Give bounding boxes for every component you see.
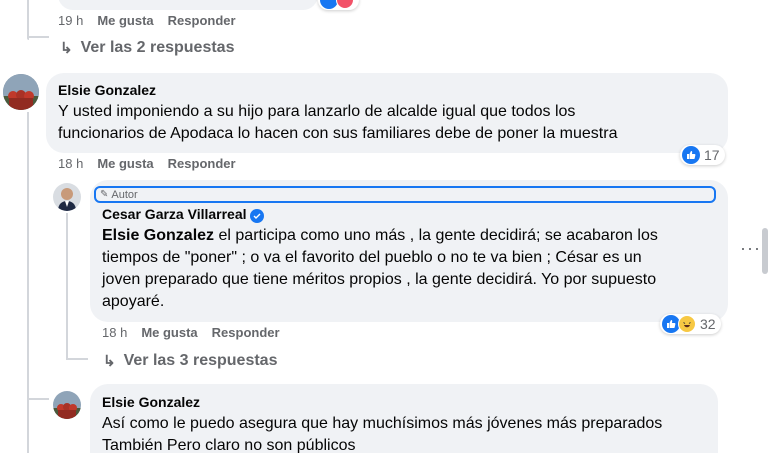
reaction-count: 32 xyxy=(700,316,716,332)
comment-meta: 18 h Me gusta Responder xyxy=(58,156,236,171)
thread-line xyxy=(27,0,29,40)
comment-text-line: Elsie Gonzalez el participa como uno más… xyxy=(102,225,658,247)
thread-line xyxy=(66,358,88,360)
more-options-icon[interactable]: ··· xyxy=(740,238,761,259)
like-icon xyxy=(682,146,700,164)
comment-text-line: funcionarios de Apodaca lo hacen con sus… xyxy=(58,125,618,142)
haha-icon xyxy=(336,0,354,9)
author-badge: ✎ Autor xyxy=(94,186,716,203)
view-replies-link[interactable]: ↳ Ver las 3 respuestas xyxy=(103,352,277,370)
reply-button[interactable]: Responder xyxy=(168,156,236,171)
comment-text: Así como le puedo asegura que hay muchís… xyxy=(102,413,662,453)
thread-line xyxy=(27,36,49,38)
verified-badge-icon xyxy=(249,209,264,223)
comment-author[interactable]: Elsie Gonzalez xyxy=(58,82,156,98)
comment-bubble: ✎ Autor Cesar Garza Villarreal Elsie Gon… xyxy=(90,180,728,322)
comment-time[interactable]: 18 h xyxy=(102,325,127,340)
avatar-image xyxy=(3,74,39,110)
comment-text: Y usted imponiendo a su hijo para lanzar… xyxy=(58,101,617,145)
like-button[interactable]: Me gusta xyxy=(97,156,153,171)
reply-arrow-icon: ↳ xyxy=(103,353,116,370)
comment-text-line: También Pero claro no son públicos xyxy=(102,437,356,453)
comment-text-line: Así como le puedo asegura que hay muchís… xyxy=(102,415,663,432)
scrollbar-thumb[interactable] xyxy=(762,228,768,274)
avatar[interactable] xyxy=(3,74,39,110)
avatar-image xyxy=(53,391,81,419)
reaction-summary[interactable]: 32 xyxy=(660,314,721,334)
mention-link[interactable]: Elsie Gonzalez xyxy=(102,227,214,244)
reply-button[interactable]: Responder xyxy=(168,13,236,28)
comment-time[interactable]: 18 h xyxy=(58,156,83,171)
pencil-icon: ✎ xyxy=(100,189,109,200)
comment-bubble xyxy=(58,0,318,10)
thread-line xyxy=(27,398,49,400)
reaction-summary[interactable] xyxy=(318,0,359,10)
view-replies-label: Ver las 3 respuestas xyxy=(123,352,278,369)
comment-text-line: apoyaré. xyxy=(102,293,165,310)
comment-text-segment: el participa como uno más , la gente dec… xyxy=(214,227,658,244)
comment-meta: 18 h Me gusta Responder xyxy=(102,325,280,340)
avatar[interactable] xyxy=(53,183,81,211)
comment-text-line: Y usted imponiendo a su hijo para lanzar… xyxy=(58,103,576,120)
reply-arrow-icon: ↳ xyxy=(60,40,73,57)
avatar[interactable] xyxy=(53,391,81,419)
avatar-image xyxy=(53,183,81,211)
reaction-summary[interactable]: 17 xyxy=(680,145,725,165)
view-replies-link[interactable]: ↳ Ver las 2 respuestas xyxy=(60,39,234,57)
comment-author-name[interactable]: Cesar Garza Villarreal xyxy=(102,206,247,222)
comment-text: Elsie Gonzalez el participa como uno más… xyxy=(102,225,658,313)
thread-line xyxy=(27,112,29,453)
haha-icon xyxy=(678,315,696,333)
reply-button[interactable]: Responder xyxy=(212,325,280,340)
view-replies-label: Ver las 2 respuestas xyxy=(80,39,235,56)
comment-bubble: Elsie Gonzalez Y usted imponiendo a su h… xyxy=(46,73,728,153)
comment-author: Cesar Garza Villarreal xyxy=(102,206,264,223)
comment-text-line: tiempos de "poner" ; o va el favorito de… xyxy=(102,249,642,266)
reaction-count: 17 xyxy=(704,147,720,163)
like-button[interactable]: Me gusta xyxy=(141,325,197,340)
comment-time[interactable]: 19 h xyxy=(58,13,83,28)
comment-meta: 19 h Me gusta Responder xyxy=(58,13,236,28)
comment-bubble: Elsie Gonzalez Así como le puedo asegura… xyxy=(90,384,718,453)
comment-author[interactable]: Elsie Gonzalez xyxy=(102,394,200,410)
thread-line xyxy=(66,213,68,358)
comment-text-line: joven preparado que tiene méritos propio… xyxy=(102,271,657,288)
like-button[interactable]: Me gusta xyxy=(97,13,153,28)
author-badge-label: Autor xyxy=(111,188,138,201)
